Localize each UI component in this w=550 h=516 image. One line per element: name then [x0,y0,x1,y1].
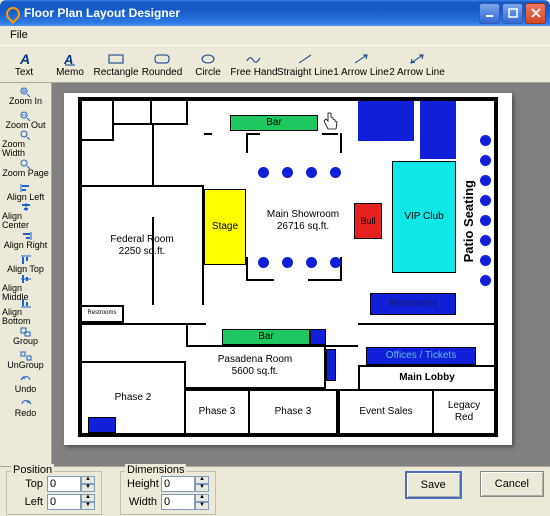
room-main-lobby[interactable]: Main Lobby [358,365,494,389]
tool-redo[interactable]: Redo [1,396,50,420]
window-controls [479,3,546,24]
height-input[interactable] [161,476,195,492]
app-icon [4,5,20,21]
width-input[interactable] [161,494,195,510]
tool-text[interactable]: AText [1,47,47,81]
menu-bar: File [0,26,550,45]
tool-rectangle[interactable]: Rectangle [93,47,139,81]
room-restrooms-small[interactable]: Restrooms [82,305,124,323]
top-input[interactable] [47,476,81,492]
left-spinner[interactable]: ▲▼ [47,494,95,510]
room-legacy-red[interactable]: LegacyRed [434,389,494,433]
ungroup-icon [20,351,32,361]
zoom-out-icon [20,111,32,121]
circle-icon [201,51,215,67]
tool-circle[interactable]: Circle [185,47,231,81]
tool-ungroup[interactable]: UnGroup [1,348,50,372]
height-spinner[interactable]: ▲▼ [161,476,209,492]
width-spinner[interactable]: ▲▼ [161,494,209,510]
tool-2-arrow-line[interactable]: 2 Arrow Line [389,47,445,81]
spin-up[interactable]: ▲ [81,476,95,484]
group-icon [20,327,32,337]
tool-align-top[interactable]: Align Top [1,252,50,276]
room-restrooms-large[interactable]: Restrooms [370,293,456,315]
align-left-icon [20,183,32,193]
top-spinner[interactable]: ▲▼ [47,476,95,492]
patio-seating-label: Patio Seating [460,151,478,291]
spin-up[interactable]: ▲ [195,476,209,484]
undo-icon [20,375,32,385]
tool-zoom-in[interactable]: Zoom In [1,84,50,108]
room-main-showroom[interactable]: Main Showroom26716 sq.ft. [250,201,356,241]
svg-text:A: A [63,52,73,66]
room-offices-tickets[interactable]: Offices / Tickets [366,347,476,365]
spin-up[interactable]: ▲ [81,494,95,502]
tool-group[interactable]: Group [1,324,50,348]
tool-align-bottom[interactable]: Align Bottom [1,300,50,324]
spin-down[interactable]: ▼ [81,502,95,510]
tool-freehand[interactable]: Free Hand [231,47,277,81]
tool-align-center[interactable]: Align Center [1,204,50,228]
spin-down[interactable]: ▼ [81,484,95,492]
arrow2-icon [409,51,425,67]
tool-zoom-page[interactable]: Zoom Page [1,156,50,180]
title-bar: Floor Plan Layout Designer [0,0,550,26]
floorplan-page[interactable]: Bar Federal Room2250 sq.ft. Stage Main S… [64,93,512,445]
room-event-sales[interactable]: Event Sales [338,389,434,433]
zoom-in-icon [20,87,32,97]
room-federal[interactable]: Federal Room2250 sq.ft. [82,185,204,305]
tool-zoom-width[interactable]: Zoom Width [1,132,50,156]
tool-align-left[interactable]: Align Left [1,180,50,204]
room-vip-club[interactable]: VIP Club [392,161,456,273]
room-bar-top[interactable]: Bar [230,115,318,131]
tool-1-arrow-line[interactable]: 1 Arrow Line [333,47,389,81]
room-phase-3a[interactable]: Phase 3 [186,389,250,433]
tool-undo[interactable]: Undo [1,372,50,396]
left-input[interactable] [47,494,81,510]
design-canvas[interactable]: Bar Federal Room2250 sq.ft. Stage Main S… [52,83,550,466]
rectangle-icon [108,51,124,67]
tool-zoom-out[interactable]: Zoom Out [1,108,50,132]
tool-align-middle[interactable]: Align Middle [1,276,50,300]
spin-down[interactable]: ▼ [195,484,209,492]
cancel-button[interactable]: Cancel [480,471,544,497]
top-toolbar: AText AMemo Rectangle Rounded Circle Fre… [0,45,550,83]
svg-text:A: A [19,52,30,66]
room-pasadena[interactable]: Pasadena Room5600 sq.ft. [186,345,326,389]
menu-file[interactable]: File [4,28,34,42]
position-group: Position Top ▲▼ Left ▲▼ [6,471,102,515]
tool-memo[interactable]: AMemo [47,47,93,81]
room-bar-mid[interactable]: Bar [222,329,310,345]
save-button[interactable]: Save [405,471,462,499]
close-button[interactable] [525,3,546,24]
cursor-pointer-icon [322,111,338,127]
tool-rounded[interactable]: Rounded [139,47,185,81]
window-title: Floor Plan Layout Designer [24,6,180,20]
spin-down[interactable]: ▼ [195,502,209,510]
minimize-button[interactable] [479,3,500,24]
freehand-icon [246,51,262,67]
dimensions-group: Dimensions Height ▲▼ Width ▲▼ [120,471,216,515]
redo-icon [20,399,32,409]
room-stage[interactable]: Stage [204,189,246,265]
bottom-panel: Position Top ▲▼ Left ▲▼ Dimensions Heigh… [0,466,550,516]
room-phase-3b[interactable]: Phase 3 [250,389,338,433]
align-top-icon [20,255,32,265]
tool-align-right[interactable]: Align Right [1,228,50,252]
memo-icon: A [63,51,77,67]
arrow1-icon [353,51,369,67]
room-bull[interactable]: Bull [354,203,382,239]
left-toolbar: Zoom In Zoom Out Zoom Width Zoom Page Al… [0,83,52,466]
maximize-button[interactable] [502,3,523,24]
align-right-icon [20,231,32,241]
rounded-icon [154,51,170,67]
spin-up[interactable]: ▲ [195,494,209,502]
text-icon: A [17,51,31,67]
zoom-page-icon [20,159,32,169]
tool-straight-line[interactable]: Straight Line [277,47,333,81]
line-icon [297,51,313,67]
